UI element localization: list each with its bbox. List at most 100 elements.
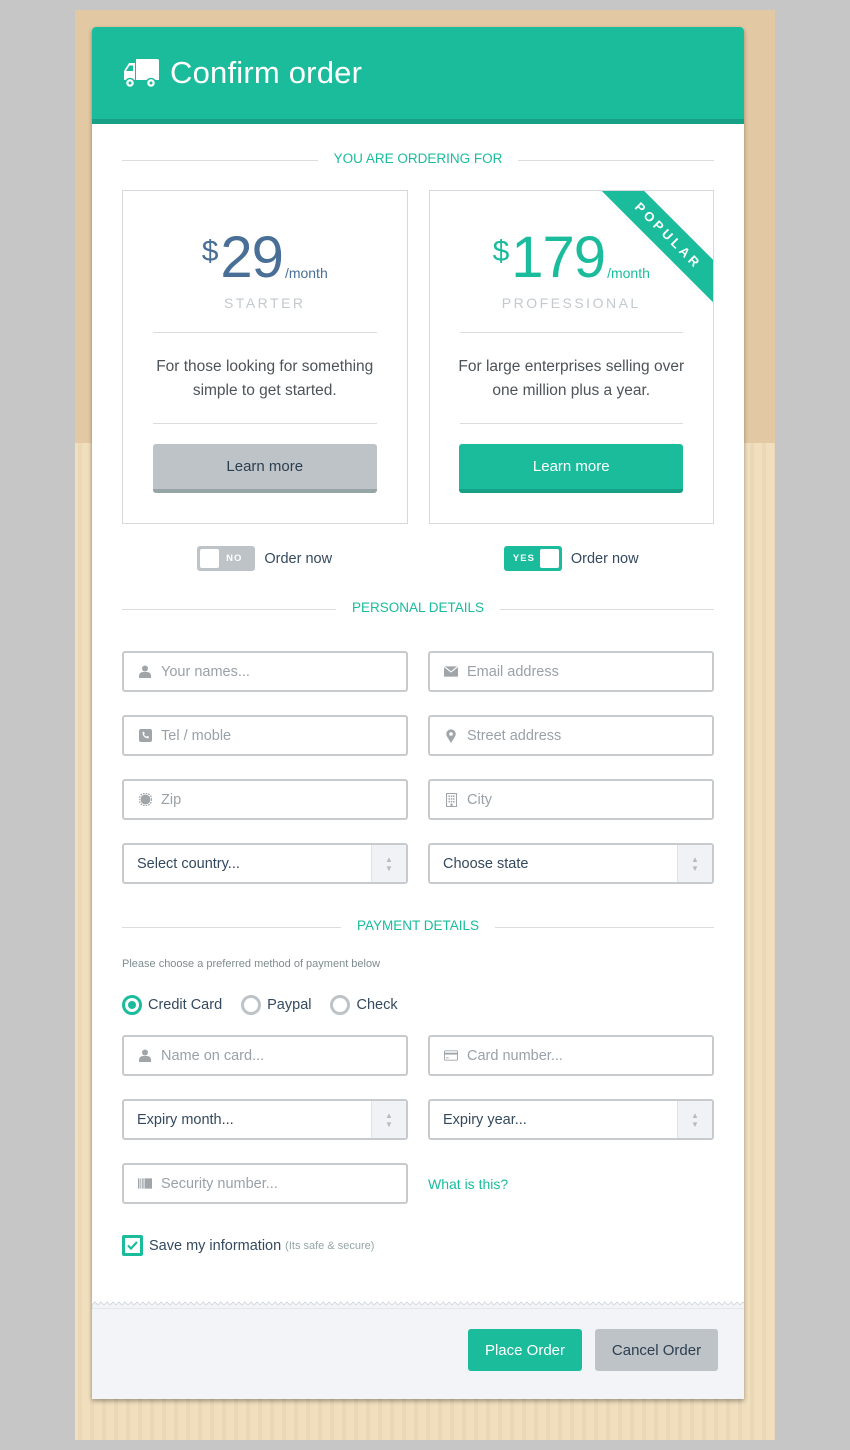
- divider: [153, 332, 377, 333]
- place-order-button[interactable]: Place Order: [468, 1329, 582, 1371]
- toggle-professional: YES Order now: [429, 546, 715, 571]
- expiry-month-select[interactable]: Expiry month... ▲ ▼: [122, 1099, 408, 1140]
- radio-check[interactable]: Check: [330, 995, 398, 1015]
- city-field[interactable]: [428, 779, 714, 820]
- order-now-label: Order now: [264, 550, 333, 567]
- radio-label: Paypal: [267, 997, 312, 1013]
- radio-label: Credit Card: [148, 997, 223, 1013]
- save-info-label: Save my information: [149, 1237, 282, 1254]
- save-info-row: Save my information (Its safe & secure): [122, 1235, 714, 1256]
- security-number-field[interactable]: [122, 1163, 408, 1204]
- certificate-icon: [138, 793, 152, 807]
- zigzag-edge: [92, 1301, 744, 1309]
- select-arrows-icon: ▲ ▼: [677, 845, 712, 882]
- plan-description: For those looking for something simple t…: [156, 358, 374, 399]
- order-now-switch-starter[interactable]: NO: [197, 546, 256, 571]
- plan-name: PROFESSIONAL: [501, 295, 641, 311]
- zip-input[interactable]: [161, 791, 406, 808]
- phone-field[interactable]: [122, 715, 408, 756]
- what-is-this-link[interactable]: What is this?: [428, 1176, 714, 1192]
- section-ordering-label: YOU ARE ORDERING FOR: [317, 151, 519, 166]
- credit-card-icon: [444, 1049, 458, 1063]
- name-field[interactable]: [122, 651, 408, 692]
- radio-credit-card[interactable]: Credit Card: [122, 995, 222, 1015]
- country-select[interactable]: Select country... ▲ ▼: [122, 843, 408, 884]
- plan-card-starter: $ 29 /month STARTER For those looking fo…: [122, 190, 408, 524]
- expiry-year-value: Expiry year...: [443, 1111, 527, 1128]
- section-payment-details: PAYMENT DETAILS: [122, 917, 714, 937]
- plans: $ 29 /month STARTER For those looking fo…: [122, 190, 714, 524]
- order-now-switch-professional[interactable]: YES: [503, 546, 562, 571]
- divider: [153, 423, 377, 424]
- phone-input[interactable]: [161, 727, 406, 744]
- switch-knob: [539, 549, 559, 568]
- learn-more-button-starter[interactable]: Learn more: [152, 444, 377, 493]
- section-personal-label: PERSONAL DETAILS: [335, 600, 501, 615]
- divider: [459, 332, 683, 333]
- user-icon: [138, 665, 152, 679]
- state-select[interactable]: Choose state ▲ ▼: [428, 843, 714, 884]
- card-header: Confirm order: [92, 27, 744, 124]
- plan-description: For large enterprises selling over one m…: [458, 358, 685, 399]
- phone-icon: [138, 729, 152, 743]
- radio-circle: [241, 995, 262, 1015]
- section-ordering-for: YOU ARE ORDERING FOR: [122, 150, 714, 170]
- state-select-value: Choose state: [443, 855, 529, 872]
- email-input[interactable]: [467, 663, 712, 680]
- personal-form: Select country... ▲▼ Choose state ▲▼: [122, 651, 714, 884]
- zip-field[interactable]: [122, 779, 408, 820]
- name-input[interactable]: [161, 663, 406, 680]
- expiry-year-select[interactable]: Expiry year... ▲ ▼: [428, 1099, 714, 1140]
- building-icon: [444, 792, 458, 807]
- order-card: Confirm order YOU ARE ORDERING FOR $ 29 …: [92, 27, 744, 1399]
- card-name-field[interactable]: [122, 1035, 408, 1076]
- page-title: Confirm order: [170, 55, 363, 90]
- switch-label: NO: [226, 553, 243, 564]
- price-period: /month: [607, 265, 650, 281]
- radio-circle: [330, 995, 351, 1015]
- check-icon: [127, 1241, 138, 1250]
- card-name-input[interactable]: [161, 1047, 406, 1064]
- card-number-input[interactable]: [467, 1047, 712, 1064]
- switch-knob: [200, 549, 220, 568]
- card-number-field[interactable]: [428, 1035, 714, 1076]
- card-footer: Place Order Cancel Order: [92, 1301, 744, 1399]
- plan-card-professional: POPULAR $ 179 /month PROFESSIONAL For la…: [428, 190, 714, 524]
- section-personal-details: PERSONAL DETAILS: [122, 599, 714, 619]
- learn-more-button-professional[interactable]: Learn more: [459, 444, 684, 493]
- envelope-icon: [444, 665, 458, 679]
- barcode-icon: [138, 1177, 152, 1191]
- footer-actions: Place Order Cancel Order: [468, 1329, 718, 1371]
- map-marker-icon: [444, 728, 458, 743]
- user-icon: [138, 1049, 152, 1063]
- city-input[interactable]: [467, 791, 712, 808]
- payment-methods: Credit Card Paypal Check: [122, 995, 714, 1015]
- section-payment-label: PAYMENT DETAILS: [340, 918, 496, 933]
- radio-label: Check: [356, 997, 398, 1013]
- price: $ 29 /month: [123, 229, 407, 287]
- save-info-note: (Its safe & secure): [285, 1239, 375, 1252]
- price-currency: $: [492, 235, 510, 268]
- select-arrows-icon: ▲ ▼: [371, 845, 406, 882]
- street-input[interactable]: [467, 727, 712, 744]
- price-currency: $: [201, 235, 219, 268]
- order-toggles: NO Order now YES Order now: [122, 546, 714, 571]
- street-field[interactable]: [428, 715, 714, 756]
- divider: [459, 423, 683, 424]
- email-field[interactable]: [428, 651, 714, 692]
- select-arrows-icon: ▲ ▼: [371, 1101, 406, 1138]
- order-now-label: Order now: [570, 550, 639, 567]
- expiry-month-value: Expiry month...: [137, 1111, 234, 1128]
- plan-name: STARTER: [223, 295, 306, 311]
- switch-label: YES: [512, 553, 535, 564]
- cancel-order-button[interactable]: Cancel Order: [595, 1329, 718, 1371]
- save-info-checkbox[interactable]: [122, 1235, 143, 1256]
- truck-icon: [124, 59, 159, 89]
- security-number-input[interactable]: [161, 1175, 406, 1192]
- radio-paypal[interactable]: Paypal: [241, 995, 311, 1015]
- toggle-starter: NO Order now: [122, 546, 408, 571]
- payment-hint: Please choose a preferred method of paym…: [122, 958, 381, 970]
- price-amount: 29: [220, 225, 284, 290]
- price-amount: 179: [511, 225, 606, 290]
- radio-circle: [122, 995, 142, 1015]
